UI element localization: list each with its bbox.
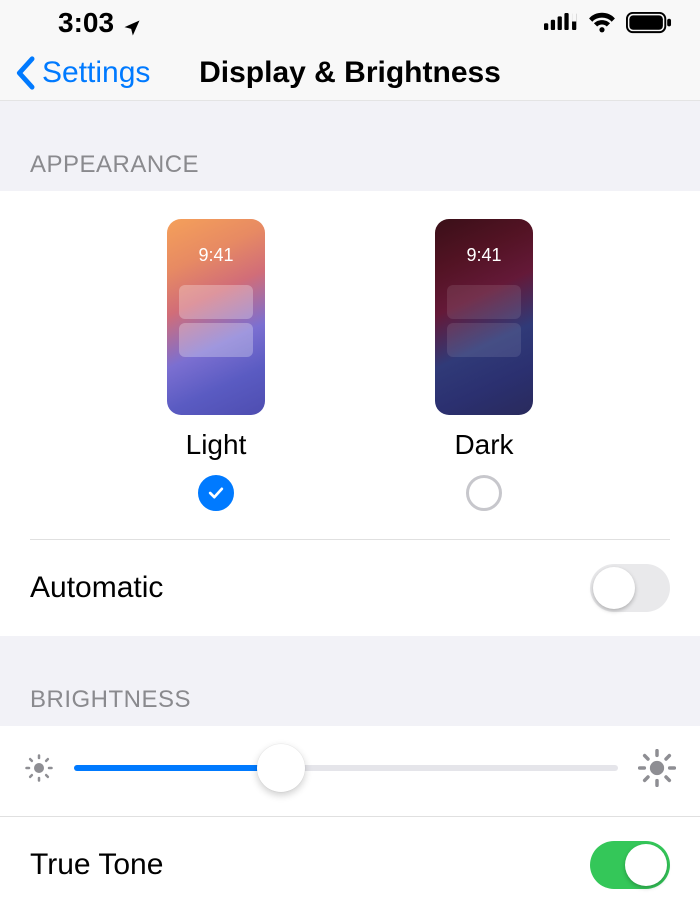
appearance-option-dark[interactable]: 9:41 Dark (435, 219, 533, 511)
back-button[interactable]: Settings (14, 56, 150, 90)
back-label: Settings (42, 56, 150, 90)
section-header-brightness: BRIGHTNESS (0, 636, 700, 726)
brightness-slider-row (0, 726, 700, 817)
preview-time: 9:41 (167, 245, 265, 266)
navigation-bar: Settings Display & Brightness (0, 47, 700, 101)
location-icon (122, 13, 142, 33)
automatic-label: Automatic (30, 571, 163, 605)
battery-icon (626, 12, 672, 34)
true-tone-label: True Tone (30, 848, 163, 882)
dark-mode-preview: 9:41 (435, 219, 533, 415)
appearance-option-light[interactable]: 9:41 Light (167, 219, 265, 511)
brightness-section: True Tone (0, 726, 700, 913)
brightness-slider[interactable] (74, 744, 618, 792)
section-header-appearance: APPEARANCE (0, 101, 700, 191)
status-bar: 3:03 (0, 0, 700, 47)
true-tone-row: True Tone (0, 817, 700, 913)
dark-radio[interactable] (466, 475, 502, 511)
brightness-slider-thumb[interactable] (257, 744, 305, 792)
cellular-signal-icon (544, 13, 578, 33)
light-radio[interactable] (198, 475, 234, 511)
appearance-section: 9:41 Light 9:41 Dark Automat (0, 191, 700, 636)
wifi-icon (588, 12, 616, 34)
automatic-toggle[interactable] (590, 564, 670, 612)
sun-small-icon (24, 753, 54, 783)
true-tone-toggle[interactable] (590, 841, 670, 889)
chevron-left-icon (14, 56, 36, 90)
preview-time: 9:41 (435, 245, 533, 266)
status-right (544, 12, 672, 34)
light-label: Light (186, 429, 247, 461)
sun-large-icon (638, 749, 676, 787)
status-left: 3:03 (58, 7, 142, 39)
light-mode-preview: 9:41 (167, 219, 265, 415)
page-title: Display & Brightness (199, 56, 501, 90)
automatic-row: Automatic (0, 540, 700, 636)
dark-label: Dark (454, 429, 513, 461)
status-time: 3:03 (58, 7, 114, 39)
checkmark-icon (206, 483, 226, 503)
